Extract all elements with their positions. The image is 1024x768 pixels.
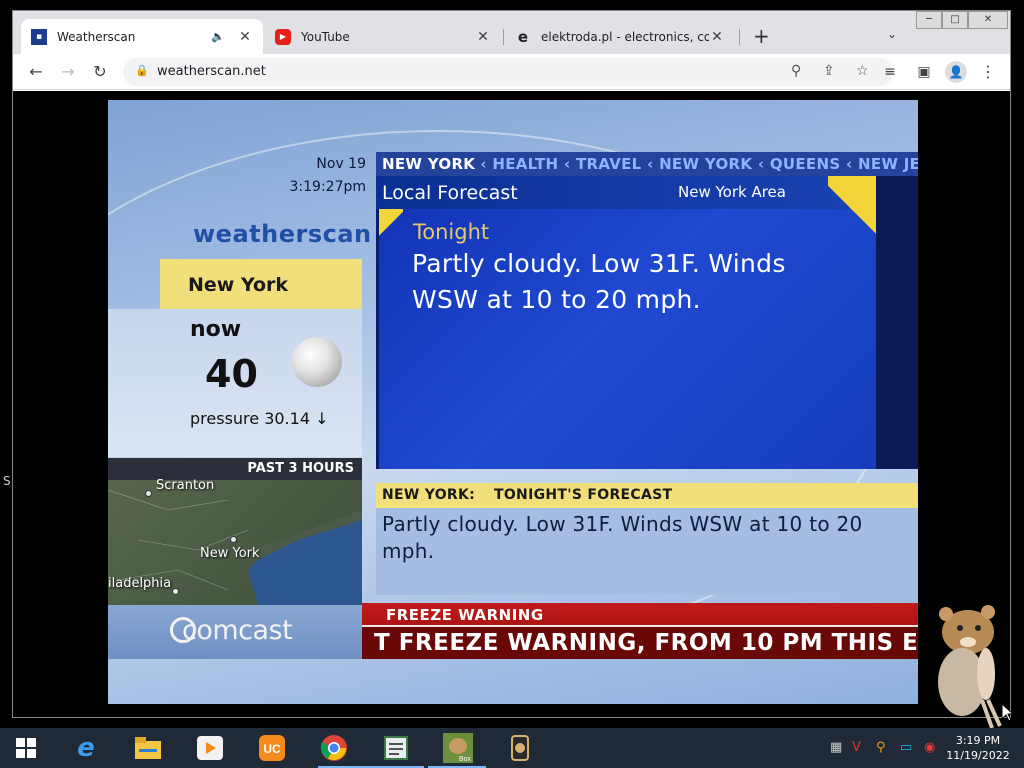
box-app-icon[interactable]: Box [442,732,474,764]
tray-icon-search[interactable]: ⚲ [876,740,886,755]
tab-search-icon[interactable]: ⌄ [887,27,897,41]
address-bar[interactable]: 🔒 weatherscan.net ⚲ ⇪ ☆ [123,58,893,86]
tonight-forecast-text: Partly cloudy. Low 31F. Winds WSW at 10 … [382,512,863,563]
map-city-new-york: New York [200,546,260,561]
comcast-text: comcast [182,615,293,646]
location-name: New York [188,274,289,296]
tab-weatherscan[interactable]: ▪ Weatherscan 🔈 ✕ [21,19,263,54]
reload-icon[interactable]: ↻ [89,61,111,83]
now-label: now [190,317,242,342]
mouse-cursor-icon [1002,704,1014,722]
page-viewport: Nov 19 3:19:27pm weatherscan New York no… [13,91,1010,717]
tab-youtube[interactable]: ▶ YouTube ✕ [265,19,501,54]
start-icon[interactable] [10,732,42,764]
elektroda-icon: e [517,27,529,46]
tab-separator [739,29,740,45]
date-display: Nov 19 [316,156,366,172]
current-temperature: 40 [205,352,258,396]
tray-icon-monitor[interactable]: ▭ [900,740,912,755]
tab-strip: ▪ Weatherscan 🔈 ✕ ▶ YouTube ✕ e elektrod… [13,11,1010,54]
new-tab-button[interactable]: + [753,26,770,46]
comcast-logo: comcast [170,615,293,646]
back-icon[interactable]: ← [25,61,47,83]
forecast-side-strip [876,176,918,469]
map-city-philadelphia: iladelphia [108,576,172,591]
moon-icon [292,337,342,387]
location-box: New York [160,259,362,309]
game-icon[interactable] [504,732,536,764]
close-window-button[interactable]: ✕ [968,11,1008,29]
forecast-area: New York Area [678,183,786,201]
radar-map: PAST 3 HOURS Scranton New York iladelphi… [108,458,362,605]
tab-title: elektroda.pl - electronics, compu [541,29,709,44]
menu-dots-icon[interactable]: ⋮ [977,61,999,83]
corner-accent [379,209,403,239]
tab-title: Weatherscan [57,29,136,44]
clock-date: 11/19/2022 [946,749,1010,762]
time-display: 3:19:27pm [289,179,367,195]
weatherscan-logo: weatherscan [193,220,372,248]
minimize-button[interactable]: ─ [916,11,942,29]
map-header: PAST 3 HOURS [108,458,362,480]
file-explorer-icon[interactable] [132,732,164,764]
tray-icon-antivirus[interactable]: V [852,740,861,755]
tab-title: YouTube [301,29,350,44]
internet-explorer-icon[interactable]: e [70,732,102,764]
map-city-scranton: Scranton [156,478,215,493]
warning-label: FREEZE WARNING [386,606,544,624]
tray-icon-qr[interactable]: ▦ [830,740,842,755]
side-panel-icon[interactable]: ▣ [913,61,935,83]
share-icon[interactable]: ⇪ [823,63,835,79]
pressure-reading: pressure 30.14 ↓ [190,409,329,428]
media-player-icon[interactable] [194,732,226,764]
speaker-icon[interactable]: 🔈 [211,30,225,43]
tonight-forecast-bar: NEW YORK: TONIGHT'S FORECAST [376,483,918,508]
desktop-side-text: S [3,474,11,488]
bookmark-star-icon[interactable]: ☆ [856,63,869,79]
search-icon[interactable]: ⚲ [791,63,801,79]
corner-accent [828,176,876,244]
forward-icon[interactable]: → [57,61,79,83]
tray-icon-record[interactable]: ◉ [924,740,935,755]
maximize-button[interactable]: □ [942,11,968,29]
warning-crawl: T FREEZE WARNING, FROM 10 PM THIS EV [362,627,918,659]
close-tab-icon[interactable]: ✕ [709,29,725,45]
media-control-icon[interactable]: ≡ [879,61,901,83]
map-city-dot [230,536,237,543]
weatherscan-display: Nov 19 3:19:27pm weatherscan New York no… [108,100,918,704]
taskbar: e UC Box ▦ V ⚲ ▭ ◉ 3:19 PM 11/19/2022 [0,728,1024,768]
screen: S ▪ Weatherscan 🔈 ✕ ▶ YouTube ✕ e elektr… [0,0,1024,768]
lock-icon[interactable]: 🔒 [135,64,149,77]
nav-current: NEW YORK [382,155,476,173]
tonight-title: TONIGHT'S FORECAST [494,487,673,503]
toolbar: ← → ↻ 🔒 weatherscan.net ⚲ ⇪ ☆ ≡ ▣ 👤 ⋮ [13,54,1010,90]
forecast-period: Tonight [413,220,490,244]
forecast-text: Partly cloudy. Low 31F. Winds WSW at 10 … [412,249,786,314]
browser-window: ▪ Weatherscan 🔈 ✕ ▶ YouTube ✕ e elektrod… [12,10,1011,718]
map-city-dot [145,490,152,497]
profile-avatar-icon[interactable]: 👤 [945,61,967,83]
url-text[interactable]: weatherscan.net [157,64,266,79]
map-city-dot [172,588,179,595]
forecast-title: Local Forecast [382,182,518,204]
chrome-icon[interactable] [318,732,350,764]
hamster-mascot-icon[interactable] [930,604,1010,730]
tab-elektroda[interactable]: e elektroda.pl - electronics, compu ✕ [505,19,735,54]
uc-browser-icon[interactable]: UC [256,732,288,764]
nav-item: ‹ HEALTH ‹ TRAVEL ‹ NEW YORK ‹ QUEENS ‹ … [480,155,918,173]
tonight-location: NEW YORK: [382,487,476,503]
close-tab-icon[interactable]: ✕ [475,29,491,45]
map-header-text: PAST 3 HOURS [247,461,354,476]
system-clock[interactable]: 3:19 PM 11/19/2022 [938,733,1018,763]
warning-crawl-text: T FREEZE WARNING, FROM 10 PM THIS EV [374,630,918,656]
youtube-icon: ▶ [275,28,291,45]
tab-separator [503,29,504,45]
clock-time: 3:19 PM [955,734,1001,747]
notepad-icon[interactable] [380,732,412,764]
weather-channel-icon: ▪ [31,28,47,45]
category-nav-bar: NEW YORK ‹ HEALTH ‹ TRAVEL ‹ NEW YORK ‹ … [376,152,918,176]
svg-text:UC: UC [263,742,281,756]
svg-text:Box: Box [459,756,472,763]
close-tab-icon[interactable]: ✕ [237,29,253,45]
